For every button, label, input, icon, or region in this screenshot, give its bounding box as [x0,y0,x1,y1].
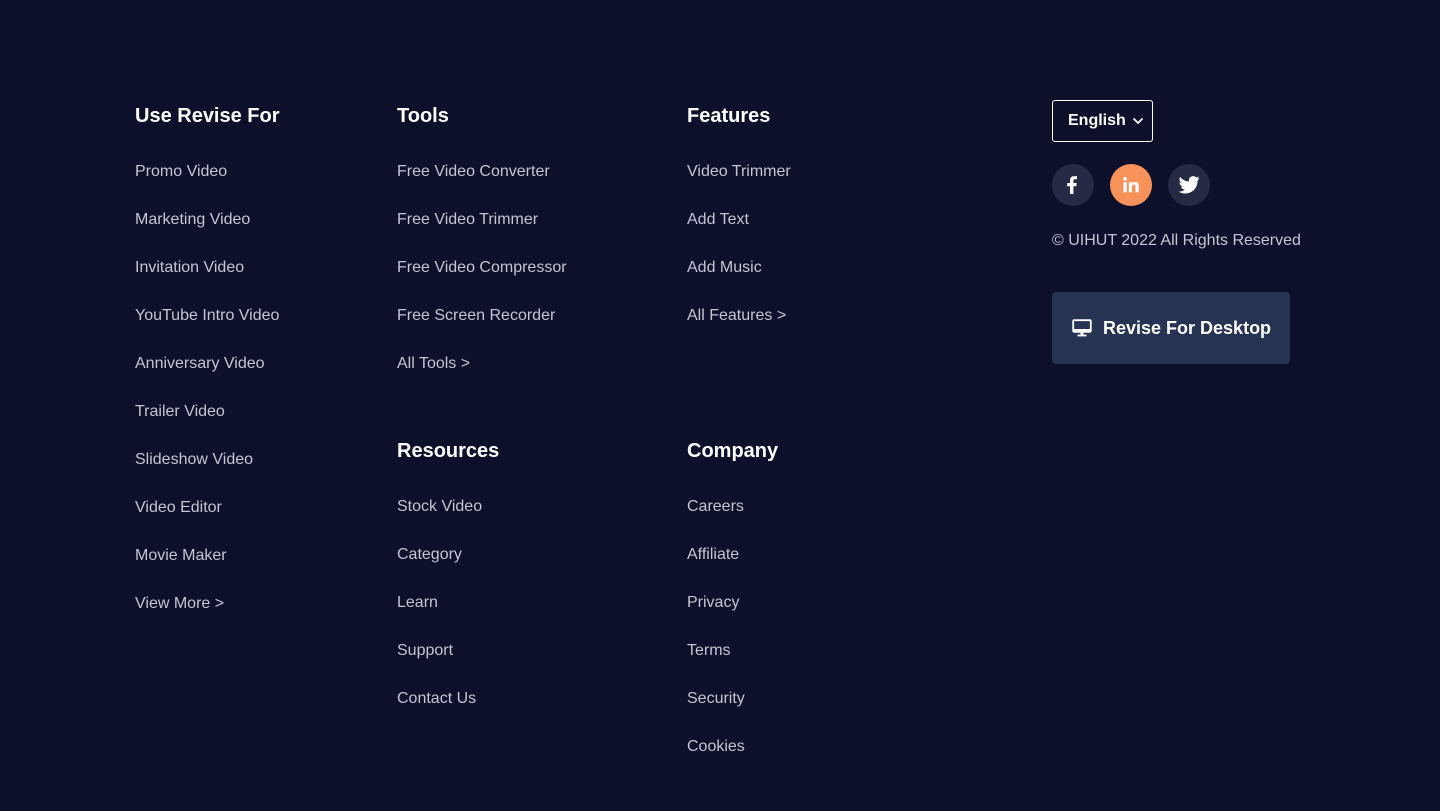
desktop-button-label: Revise For Desktop [1103,317,1272,338]
footer-link-free-video-compressor[interactable]: Free Video Compressor [397,256,567,304]
site-footer: Use Revise For Promo Video Marketing Vid… [0,0,1440,811]
language-selected-label: English [1068,112,1126,129]
footer-link-category[interactable]: Category [397,543,482,591]
footer-link-support[interactable]: Support [397,639,482,687]
monitor-icon [1072,318,1092,338]
footer-link-all-features[interactable]: All Features > [687,304,791,352]
footer-link-slideshow-video[interactable]: Slideshow Video [135,448,279,496]
language-select[interactable]: English [1052,100,1153,142]
footer-link-learn[interactable]: Learn [397,591,482,639]
footer-link-stock-video[interactable]: Stock Video [397,495,482,543]
linkedin-icon [1122,176,1140,194]
column-heading: Use Revise For [135,105,280,127]
copyright-text: © UIHUT 2022 All Rights Reserved [1052,232,1301,249]
footer-link-free-video-trimmer[interactable]: Free Video Trimmer [397,208,567,256]
footer-link-cookies[interactable]: Cookies [687,735,745,783]
footer-link-anniversary-video[interactable]: Anniversary Video [135,352,279,400]
footer-link-trailer-video[interactable]: Trailer Video [135,400,279,448]
twitter-button[interactable] [1168,164,1210,206]
footer-link-contact-us[interactable]: Contact Us [397,687,482,735]
chevron-down-icon [1132,115,1144,127]
footer-link-add-text[interactable]: Add Text [687,208,791,256]
footer-link-movie-maker[interactable]: Movie Maker [135,544,279,592]
footer-link-promo-video[interactable]: Promo Video [135,160,279,208]
footer-link-invitation-video[interactable]: Invitation Video [135,256,279,304]
footer-link-all-tools[interactable]: All Tools > [397,352,567,400]
column-heading: Features [687,105,771,127]
footer-link-youtube-intro-video[interactable]: YouTube Intro Video [135,304,279,352]
column-heading: Tools [397,105,449,127]
footer-link-privacy[interactable]: Privacy [687,591,745,639]
footer-link-affiliate[interactable]: Affiliate [687,543,745,591]
footer-link-terms[interactable]: Terms [687,639,745,687]
link-list: Stock Video Category Learn Support Conta… [397,495,482,735]
footer-link-video-trimmer[interactable]: Video Trimmer [687,160,791,208]
twitter-icon [1178,176,1200,194]
revise-for-desktop-button[interactable]: Revise For Desktop [1052,292,1290,364]
footer-link-view-more[interactable]: View More > [135,592,279,640]
facebook-icon [1066,176,1080,194]
link-list: Free Video Converter Free Video Trimmer … [397,160,567,400]
facebook-button[interactable] [1052,164,1094,206]
footer-link-free-screen-recorder[interactable]: Free Screen Recorder [397,304,567,352]
column-heading: Company [687,440,779,462]
footer-link-security[interactable]: Security [687,687,745,735]
footer-link-careers[interactable]: Careers [687,495,745,543]
footer-link-add-music[interactable]: Add Music [687,256,791,304]
footer-link-video-editor[interactable]: Video Editor [135,496,279,544]
link-list: Careers Affiliate Privacy Terms Security… [687,495,745,783]
footer-link-marketing-video[interactable]: Marketing Video [135,208,279,256]
link-list: Video Trimmer Add Text Add Music All Fea… [687,160,791,352]
link-list: Promo Video Marketing Video Invitation V… [135,160,279,640]
footer-link-free-video-converter[interactable]: Free Video Converter [397,160,567,208]
column-heading: Resources [397,440,500,462]
linkedin-button[interactable] [1110,164,1152,206]
